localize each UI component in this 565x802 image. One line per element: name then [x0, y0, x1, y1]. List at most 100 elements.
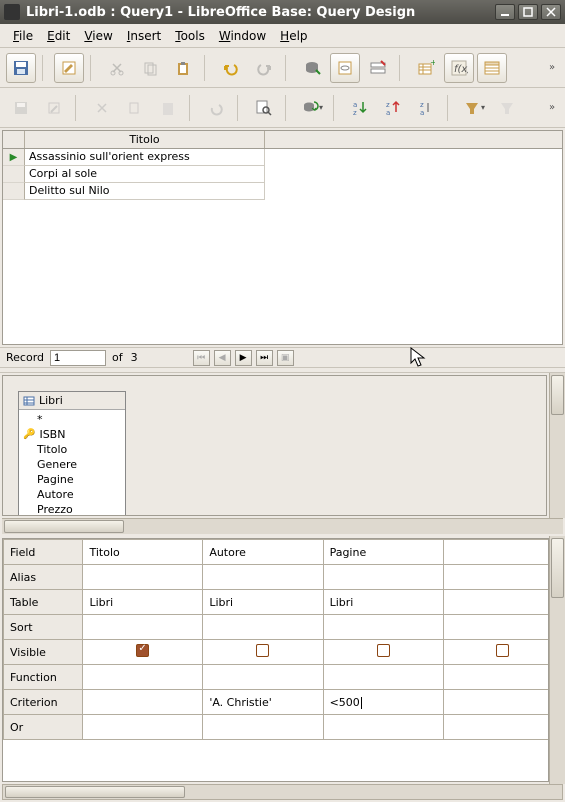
- qgrid-cell[interactable]: [83, 715, 203, 740]
- scrollbar-thumb[interactable]: [5, 786, 185, 798]
- menu-help[interactable]: Help: [273, 27, 314, 45]
- menu-window[interactable]: Window: [212, 27, 273, 45]
- record-number-input[interactable]: [50, 350, 106, 366]
- toolbar-overflow-2[interactable]: »: [545, 102, 559, 113]
- qgrid-cell[interactable]: [323, 640, 443, 665]
- add-table-button[interactable]: +: [411, 53, 441, 83]
- nav-new-button[interactable]: ▣: [277, 350, 294, 366]
- qgrid-cell[interactable]: Libri: [323, 590, 443, 615]
- row-handle[interactable]: [3, 166, 25, 183]
- edit-button[interactable]: [54, 53, 84, 83]
- column-header-titolo[interactable]: Titolo: [25, 131, 265, 148]
- qgrid-cell[interactable]: Libri: [203, 590, 323, 615]
- field-item[interactable]: Titolo: [23, 442, 121, 457]
- vertical-scrollbar[interactable]: [549, 373, 565, 518]
- qgrid-cell[interactable]: [83, 665, 203, 690]
- qgrid-cell[interactable]: [323, 565, 443, 590]
- qgrid-cell[interactable]: [323, 665, 443, 690]
- field-item[interactable]: Pagine: [23, 472, 121, 487]
- field-item[interactable]: Genere: [23, 457, 121, 472]
- qgrid-cell[interactable]: [443, 715, 549, 740]
- qgrid-cell[interactable]: [203, 640, 323, 665]
- field-item[interactable]: Prezzo: [23, 502, 121, 516]
- qgrid-cell[interactable]: [83, 640, 203, 665]
- qgrid-cell[interactable]: [203, 565, 323, 590]
- autofilter-button[interactable]: ▾: [459, 93, 489, 123]
- qgrid-cell[interactable]: Pagine: [323, 540, 443, 565]
- functions-button[interactable]: f(x): [444, 53, 474, 83]
- qgrid-cell[interactable]: [443, 565, 549, 590]
- menu-view[interactable]: View: [77, 27, 119, 45]
- visible-checkbox[interactable]: [377, 644, 390, 657]
- menu-insert[interactable]: Insert: [120, 27, 168, 45]
- run-query-button[interactable]: [297, 53, 327, 83]
- qgrid-cell[interactable]: [443, 590, 549, 615]
- qgrid-cell[interactable]: 'A. Christie': [203, 690, 323, 715]
- qgrid-cell[interactable]: [443, 540, 549, 565]
- qgrid-cell[interactable]: [203, 715, 323, 740]
- table-box-title[interactable]: Libri: [19, 392, 125, 410]
- qgrid-cell[interactable]: [83, 615, 203, 640]
- table-row[interactable]: ▶ Assassinio sull'orient express: [3, 149, 562, 166]
- qgrid-cell[interactable]: [203, 615, 323, 640]
- field-item[interactable]: Autore: [23, 487, 121, 502]
- cell[interactable]: Delitto sul Nilo: [25, 183, 265, 200]
- undo-button[interactable]: [216, 53, 246, 83]
- qgrid-cell[interactable]: [443, 615, 549, 640]
- query-design-grid[interactable]: Field Titolo Autore Pagine Alias Table L…: [2, 538, 549, 782]
- row-handle[interactable]: ▶: [3, 149, 25, 166]
- horizontal-scrollbar-bottom[interactable]: [2, 784, 563, 800]
- cell[interactable]: Corpi al sole: [25, 166, 265, 183]
- qgrid-cell[interactable]: [323, 715, 443, 740]
- table-name-button[interactable]: [477, 53, 507, 83]
- select-all-handle[interactable]: [3, 131, 25, 148]
- table-box-libri[interactable]: Libri * 🔑ISBN Titolo Genere Pagine Autor…: [18, 391, 126, 516]
- paste-button[interactable]: [168, 53, 198, 83]
- toolbar-overflow[interactable]: »: [545, 62, 559, 73]
- qgrid-cell[interactable]: [83, 690, 203, 715]
- visible-checkbox[interactable]: [136, 644, 149, 657]
- menu-edit[interactable]: Edit: [40, 27, 77, 45]
- field-item[interactable]: *: [23, 412, 121, 427]
- minimize-button[interactable]: [495, 4, 515, 20]
- visible-checkbox[interactable]: [256, 644, 269, 657]
- menu-tools[interactable]: Tools: [168, 27, 212, 45]
- qgrid-cell[interactable]: [83, 565, 203, 590]
- menu-file[interactable]: File: [6, 27, 40, 45]
- qgrid-cell[interactable]: [203, 665, 323, 690]
- maximize-button[interactable]: [518, 4, 538, 20]
- qgrid-cell[interactable]: <500: [323, 690, 443, 715]
- qgrid-cell[interactable]: Autore: [203, 540, 323, 565]
- qgrid-cell[interactable]: [443, 640, 549, 665]
- nav-last-button[interactable]: ⏭: [256, 350, 273, 366]
- nav-prev-button[interactable]: ◀: [214, 350, 231, 366]
- table-canvas[interactable]: Libri * 🔑ISBN Titolo Genere Pagine Autor…: [2, 375, 547, 516]
- qgrid-cell[interactable]: [443, 665, 549, 690]
- cell[interactable]: Assassinio sull'orient express: [25, 149, 265, 166]
- close-button[interactable]: [541, 4, 561, 20]
- qgrid-cell[interactable]: Titolo: [83, 540, 203, 565]
- nav-next-button[interactable]: ▶: [235, 350, 252, 366]
- find-record-button[interactable]: [249, 93, 279, 123]
- sort-asc-button[interactable]: az: [345, 93, 375, 123]
- scrollbar-thumb[interactable]: [4, 520, 124, 533]
- design-view-toggle[interactable]: [363, 53, 393, 83]
- qgrid-cell[interactable]: [323, 615, 443, 640]
- nav-first-button[interactable]: ⏮: [193, 350, 210, 366]
- field-item[interactable]: 🔑ISBN: [23, 427, 121, 442]
- qgrid-cell[interactable]: Libri: [83, 590, 203, 615]
- qgrid-cell[interactable]: [443, 690, 549, 715]
- table-row[interactable]: Delitto sul Nilo: [3, 183, 562, 200]
- row-handle[interactable]: [3, 183, 25, 200]
- horizontal-scrollbar[interactable]: [2, 518, 563, 534]
- datagrid-body[interactable]: ▶ Assassinio sull'orient express Corpi a…: [3, 149, 562, 344]
- clear-query-button[interactable]: [330, 53, 360, 83]
- scrollbar-thumb[interactable]: [551, 375, 564, 415]
- sort-desc-button[interactable]: za: [378, 93, 408, 123]
- save-button[interactable]: [6, 53, 36, 83]
- vertical-scrollbar[interactable]: [549, 536, 565, 784]
- visible-checkbox[interactable]: [496, 644, 509, 657]
- scrollbar-thumb[interactable]: [551, 538, 564, 598]
- sort-button[interactable]: za: [411, 93, 441, 123]
- table-row[interactable]: Corpi al sole: [3, 166, 562, 183]
